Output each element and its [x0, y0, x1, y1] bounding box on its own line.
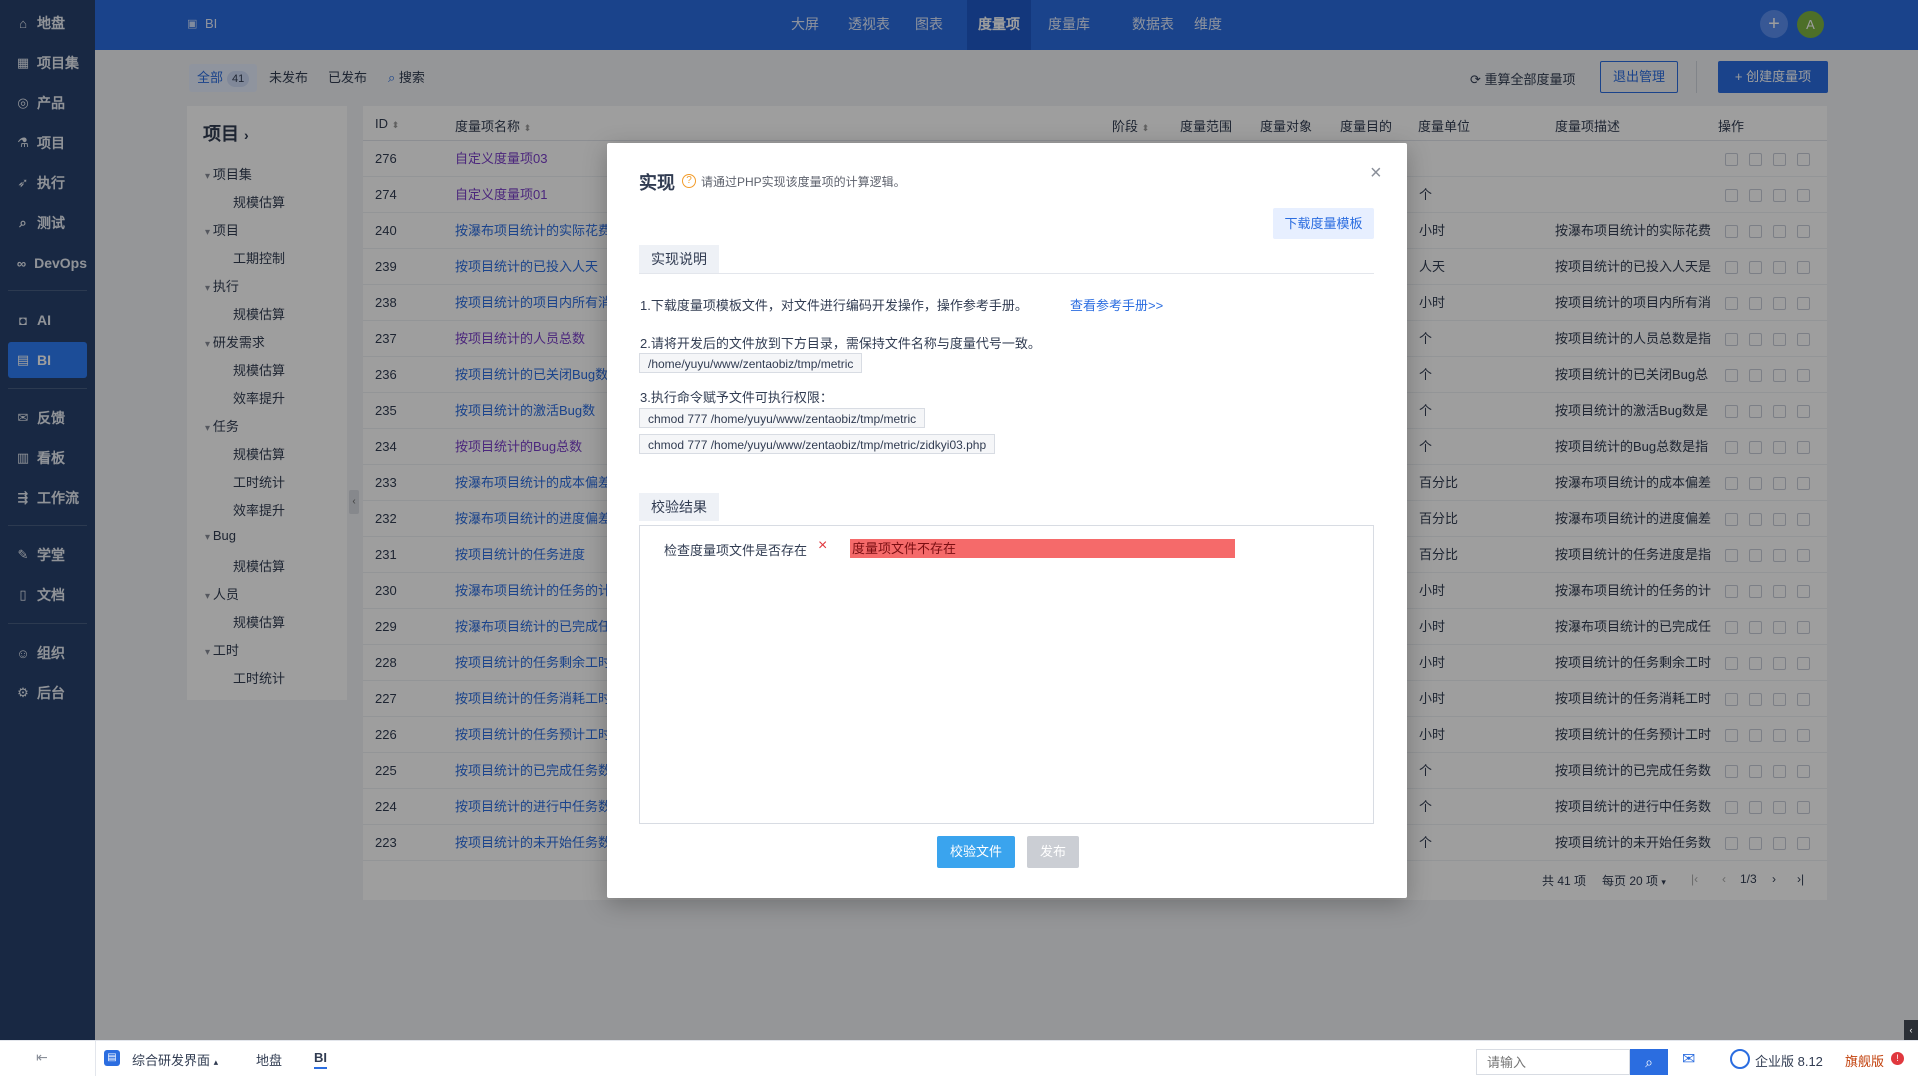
- dialog-title: 实现: [639, 173, 675, 193]
- search-icon[interactable]: ⌕: [1630, 1049, 1668, 1075]
- section-verify-tag: 校验结果: [639, 493, 719, 521]
- dialog-hint: 请通过PHP实现该度量项的计算逻辑。: [701, 175, 906, 189]
- crumb-bi[interactable]: BI: [314, 1050, 327, 1069]
- zentao-logo: [1730, 1049, 1750, 1069]
- manual-link[interactable]: 查看参考手册>>: [1070, 295, 1163, 314]
- caret-up-icon: ▴: [213, 1057, 219, 1067]
- edition-label[interactable]: 旗舰版: [1845, 1051, 1884, 1070]
- workspace-label: 综合研发界面: [132, 1053, 211, 1068]
- bottom-search-input[interactable]: [1476, 1049, 1630, 1075]
- step-1-text: 1.下载度量项模板文件，对文件进行编码开发操作，操作参考手册。: [640, 298, 1028, 313]
- workspace-icon: ▤: [104, 1050, 120, 1066]
- step-3-text: 3.执行命令赋予文件可执行权限：: [640, 390, 833, 405]
- section-divider: [639, 273, 1374, 274]
- check-error-message: 度量项文件不存在: [850, 539, 1235, 558]
- error-x-icon: ×: [818, 537, 828, 554]
- chmod-command-file: chmod 777 /home/yuyu/www/zentaobiz/tmp/m…: [639, 434, 996, 454]
- check-label: 检查度量项文件是否存在: [664, 543, 808, 558]
- verify-result-panel: 检查度量项文件是否存在 × 度量项文件不存在: [639, 525, 1374, 824]
- alert-icon[interactable]: !: [1891, 1052, 1904, 1065]
- workspace-switcher[interactable]: 综合研发界面 ▴: [132, 1050, 218, 1069]
- chmod-command-dir: chmod 777 /home/yuyu/www/zentaobiz/tmp/m…: [639, 408, 926, 428]
- ai-chat-icon[interactable]: ✉: [1682, 1049, 1695, 1069]
- bottom-bar: ⇤ ▤ 综合研发界面 ▴ 地盘 BI ⌕ ✉ 企业版 8.12 旗舰版 !: [0, 1040, 1918, 1076]
- version-label: 企业版 8.12: [1755, 1054, 1823, 1069]
- collapse-icon[interactable]: ⇤: [36, 1049, 48, 1066]
- step-2-text: 2.请将开发后的文件放到下方目录，需保持文件名称与度量代号一致。: [640, 336, 1041, 351]
- download-template-button[interactable]: 下载度量模板: [1273, 208, 1374, 239]
- bottom-divider: [95, 1041, 96, 1076]
- help-icon: ?: [682, 174, 696, 188]
- verify-file-button[interactable]: 校验文件: [937, 836, 1015, 868]
- target-path: /home/yuyu/www/zentaobiz/tmp/metric: [639, 353, 863, 373]
- crumb-dashboard[interactable]: 地盘: [256, 1050, 282, 1069]
- side-panel-toggle[interactable]: ‹: [1904, 1020, 1918, 1040]
- publish-button[interactable]: 发布: [1027, 836, 1079, 868]
- close-icon[interactable]: ×: [1370, 163, 1382, 183]
- implement-dialog: 实现 ? 请通过PHP实现该度量项的计算逻辑。 × 下载度量模板 实现说明 1.…: [607, 143, 1407, 898]
- section-implementation-tag: 实现说明: [639, 245, 719, 273]
